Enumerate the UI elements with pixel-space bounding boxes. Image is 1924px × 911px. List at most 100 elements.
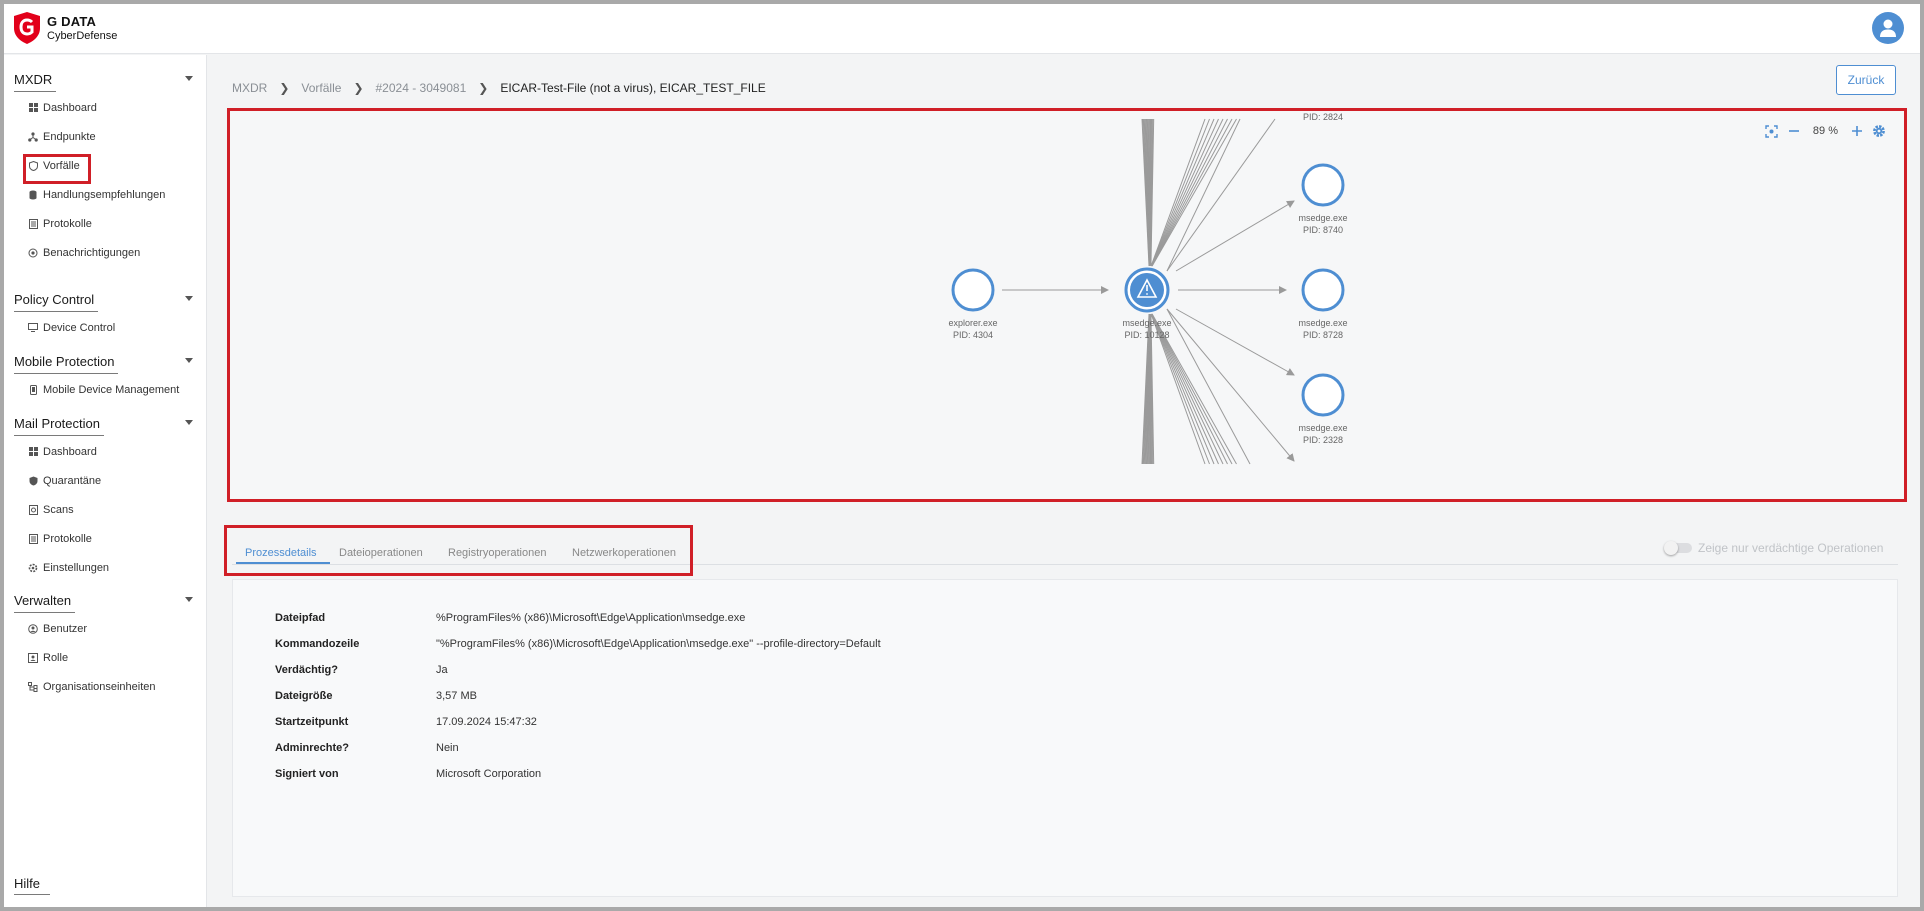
tabs-highlight-box — [224, 525, 693, 576]
sidebar-item-handlungsempfehlungen[interactable]: Handlungsempfehlungen — [4, 180, 207, 209]
gdata-shield-icon — [14, 12, 40, 44]
nav-group-label: Policy Control — [14, 289, 99, 312]
child-process-edge — [1151, 118, 1224, 267]
node-explorer[interactable] — [951, 268, 995, 312]
nav-group-header-mxdr[interactable]: MXDR — [4, 69, 207, 93]
detail-value: Microsoft Corporation — [436, 768, 542, 780]
breadcrumb-vorfaelle[interactable]: Vorfälle — [301, 81, 341, 95]
zoom-out-icon[interactable] — [1783, 121, 1805, 141]
sidebar-item-mail-protokolle[interactable]: Protokolle — [4, 524, 207, 553]
org-icon — [28, 681, 38, 692]
process-graph-panel[interactable]: explorer.exe PID: 4304 msedge.exe PID: 1… — [227, 108, 1907, 502]
sidebar-item-organisationseinheiten[interactable]: Organisationseinheiten — [4, 672, 207, 701]
child-process-edge — [1151, 118, 1233, 267]
sidebar-item-device-control[interactable]: Device Control — [4, 313, 207, 342]
chevron-down-icon[interactable] — [185, 76, 193, 81]
detail-row: Dateigröße 3,57 MB — [275, 690, 477, 706]
breadcrumb: MXDR ❯ Vorfälle ❯ #2024 - 3049081 ❯ EICA… — [232, 78, 766, 98]
detail-value: 3,57 MB — [436, 690, 477, 702]
suspicious-only-toggle[interactable] — [1664, 541, 1692, 555]
gear-icon — [28, 563, 38, 573]
sidebar-item-benutzer[interactable]: Benutzer — [4, 614, 207, 643]
detail-value: Nein — [436, 742, 459, 754]
child-process-edge — [1151, 118, 1219, 267]
database-icon — [28, 190, 38, 200]
nav-group-header-policy-control[interactable]: Policy Control — [4, 289, 207, 313]
zoom-level: 89 % — [1812, 125, 1838, 137]
nav-group-mxdr: MXDR Dashboard Endpunkte Vorfälle Handlu… — [4, 69, 207, 267]
sidebar-item-label: Endpunkte — [43, 130, 96, 143]
sidebar-item-label: Vorfälle — [43, 159, 80, 172]
sidebar-item-vorfaelle[interactable]: Vorfälle — [4, 151, 207, 184]
gear-icon[interactable] — [1868, 121, 1890, 141]
back-button[interactable]: Zurück — [1836, 65, 1896, 95]
sidebar-item-label: Benachrichtigungen — [43, 246, 141, 259]
detail-key: Adminrechte? — [275, 742, 349, 754]
network-icon — [28, 131, 38, 142]
sidebar-item-label: Einstellungen — [43, 561, 110, 574]
sidebar-item-rolle[interactable]: Rolle — [4, 643, 207, 672]
child-process-edge — [1166, 118, 1276, 272]
node-msedge-8740[interactable] — [1301, 163, 1345, 207]
fit-to-screen-icon[interactable] — [1761, 121, 1783, 141]
node-name: msedge.exe — [1298, 318, 1347, 328]
breadcrumb-mxdr[interactable]: MXDR — [232, 81, 267, 95]
detail-key: Dateipfad — [275, 612, 326, 624]
child-process-edge — [1150, 118, 1206, 267]
sidebar-item-scans[interactable]: Scans — [4, 495, 207, 524]
sidebar-item-einstellungen[interactable]: Einstellungen — [4, 553, 207, 582]
chevron-right-icon: ❯ — [478, 81, 489, 95]
sidebar-item-label: Protokolle — [43, 217, 92, 230]
nav-group-label: Verwalten — [14, 590, 76, 613]
node-msedge-8728[interactable] — [1301, 268, 1345, 312]
scan-icon — [28, 504, 38, 515]
dashboard-icon — [28, 447, 38, 457]
toggle-label: Zeige nur verdächtige Operationen — [1698, 541, 1884, 555]
sidebar-item-endpunkte[interactable]: Endpunkte — [4, 122, 207, 151]
sidebar-item-mail-dashboard[interactable]: Dashboard — [4, 437, 207, 466]
chevron-down-icon[interactable] — [185, 597, 193, 602]
sidebar-item-protokolle[interactable]: Protokolle — [4, 209, 207, 238]
brand-logo[interactable]: G DATA CyberDefense — [12, 11, 117, 49]
sidebar-item-dashboard[interactable]: Dashboard — [4, 93, 207, 122]
phone-icon — [28, 384, 38, 395]
child-process-edge — [1166, 308, 1295, 462]
detail-value: "%ProgramFiles% (x86)\Microsoft\Edge\App… — [436, 638, 881, 650]
sidebar-item-label: Dashboard — [43, 101, 97, 114]
suspicious-filter: Zeige nur verdächtige Operationen — [1664, 540, 1884, 556]
nav-group-header-mobile-protection[interactable]: Mobile Protection — [4, 351, 207, 375]
nav-group-header-mail-protection[interactable]: Mail Protection — [4, 413, 207, 437]
sidebar-item-label: Organisationseinheiten — [43, 680, 156, 693]
detail-row: Verdächtig? Ja — [275, 664, 448, 680]
chevron-down-icon[interactable] — [185, 358, 193, 363]
sidebar-item-quarantaene[interactable]: Quarantäne — [4, 466, 207, 495]
node-pid: PID: 10128 — [1124, 330, 1169, 340]
nav-group-policy-control: Policy Control Device Control — [4, 289, 207, 342]
detail-row: Kommandozeile "%ProgramFiles% (x86)\Micr… — [275, 638, 881, 654]
chevron-right-icon: ❯ — [279, 81, 290, 95]
detail-value: Ja — [436, 664, 448, 676]
nav-group-header-verwalten[interactable]: Verwalten — [4, 590, 207, 614]
zoom-in-icon[interactable] — [1846, 121, 1868, 141]
detail-key: Dateigröße — [275, 690, 333, 702]
document-icon — [28, 218, 38, 229]
nav-group-label: Mail Protection — [14, 413, 104, 436]
chevron-down-icon[interactable] — [185, 420, 193, 425]
help-link[interactable]: Hilfe — [14, 874, 51, 895]
sidebar-item-mobile-device-management[interactable]: Mobile Device Management — [4, 375, 207, 404]
breadcrumb-incident-id[interactable]: #2024 - 3049081 — [376, 81, 467, 95]
chevron-down-icon[interactable] — [185, 296, 193, 301]
node-msedge-2328[interactable] — [1301, 373, 1345, 417]
nav-group-verwalten: Verwalten Benutzer Rolle Organisationsei… — [4, 590, 207, 701]
brand-title: G DATA — [47, 14, 97, 29]
node-name: explorer.exe — [948, 318, 997, 328]
user-avatar[interactable] — [1872, 12, 1904, 44]
process-tree-graph[interactable]: explorer.exe PID: 4304 msedge.exe PID: 1… — [230, 111, 1904, 499]
user-icon — [1880, 19, 1896, 37]
detail-row: Dateipfad %ProgramFiles% (x86)\Microsoft… — [275, 612, 745, 628]
edge-msedge-2328 — [1175, 308, 1295, 376]
sidebar-item-label: Scans — [43, 503, 74, 516]
detail-key: Kommandozeile — [275, 638, 360, 650]
sidebar-item-benachrichtigungen[interactable]: Benachrichtigungen — [4, 238, 207, 267]
detail-value: 17.09.2024 15:47:32 — [436, 716, 537, 728]
